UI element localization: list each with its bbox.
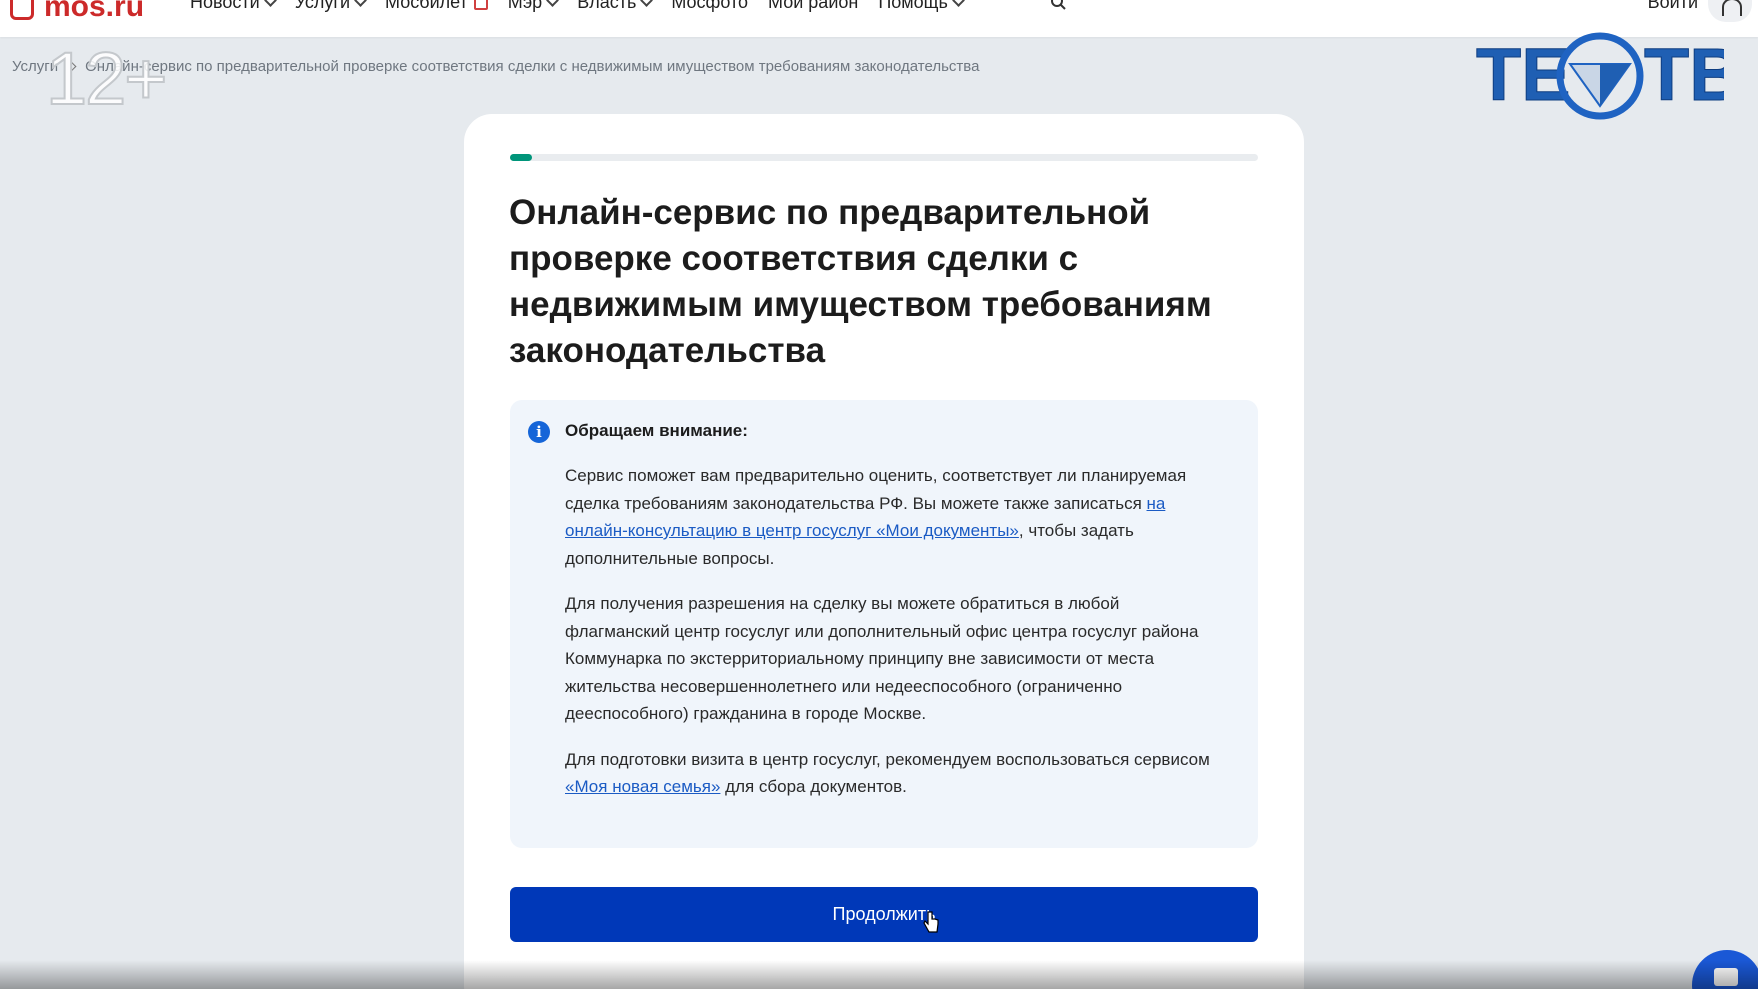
- page: mos.ru Новости Услуги Мосбилет Мэр Власт…: [0, 0, 1758, 989]
- page-title: Онлайн-сервис по предварительной проверк…: [509, 193, 1212, 370]
- svg-text:ТЕ: ТЕ: [1476, 33, 1571, 116]
- new-family-link[interactable]: «Моя новая семья»: [565, 777, 720, 796]
- nav-item-mosbilet[interactable]: Мосбилет: [385, 0, 488, 13]
- nav-label: Власть: [577, 0, 637, 12]
- hand-cursor-icon: [923, 911, 939, 933]
- nav-item-mayor[interactable]: Мэр: [507, 0, 560, 13]
- chevron-down-icon: [546, 0, 560, 7]
- svg-text:ТВ: ТВ: [1644, 33, 1724, 116]
- login-link[interactable]: Войти: [1648, 0, 1698, 13]
- info-icon: i: [528, 421, 550, 443]
- nav-item-mosfoto[interactable]: Мосфото: [671, 0, 748, 13]
- notice-box: i Обращаем внимание: Сервис поможет вам …: [510, 400, 1258, 848]
- nav-label: Мосбилет: [385, 0, 468, 12]
- notice-text: для сбора документов.: [720, 777, 907, 796]
- notice-text: Сервис поможет вам предварительно оценит…: [565, 466, 1187, 513]
- nav-label: Мэр: [507, 0, 543, 12]
- nav-item-my-district[interactable]: Мой район: [768, 0, 858, 13]
- ticket-icon: [473, 0, 488, 10]
- notice-body: Сервис поможет вам предварительно оценит…: [565, 462, 1225, 819]
- nav-label: Услуги: [294, 0, 351, 12]
- nav-item-services[interactable]: Услуги: [294, 0, 367, 13]
- nav-item-news[interactable]: Новости: [190, 0, 277, 13]
- search-icon[interactable]: [1050, 0, 1066, 10]
- chat-button[interactable]: [1692, 950, 1758, 989]
- service-card: Онлайн-сервис по предварительной проверк…: [464, 114, 1304, 989]
- age-rating-badge: 12+: [45, 36, 169, 121]
- breadcrumb-current: Онлайн-сервис по предварительной проверк…: [85, 58, 980, 75]
- mos-logo-icon: [10, 0, 34, 20]
- user-icon[interactable]: [1708, 0, 1752, 22]
- chevron-down-icon: [263, 0, 277, 7]
- nav-item-help[interactable]: Помощь: [878, 0, 965, 13]
- nav-label: Помощь: [878, 0, 948, 12]
- logo-text: mos.ru: [44, 0, 145, 23]
- continue-button[interactable]: Продолжить: [510, 887, 1258, 942]
- nav-label: Мой район: [768, 0, 859, 12]
- notice-paragraph: Для получения разрешения на сделку вы мо…: [565, 594, 1199, 723]
- channel-logo-icon: ТЕ ТВ: [1476, 32, 1724, 120]
- nav-label: Новости: [190, 0, 260, 12]
- notice-paragraph: Сервис поможет вам предварительно оценит…: [565, 462, 1225, 572]
- main-nav: Новости Услуги Мосбилет Мэр Власть Мосфо…: [190, 0, 965, 13]
- chevron-down-icon: [640, 0, 654, 7]
- progress-bar: [510, 154, 1258, 161]
- nav-item-government[interactable]: Власть: [577, 0, 654, 13]
- chevron-down-icon: [354, 0, 367, 7]
- notice-heading: Обращаем внимание:: [565, 421, 748, 440]
- site-logo[interactable]: mos.ru: [10, 0, 144, 24]
- nav-label: Мосфото: [671, 0, 749, 12]
- progress-fill: [510, 154, 533, 161]
- notice-text: Для подготовки визита в центр госуслуг, …: [565, 749, 1210, 769]
- chevron-down-icon: [951, 0, 965, 7]
- notice-paragraph: Для подготовки визита в центр госуслуг, …: [565, 746, 1225, 801]
